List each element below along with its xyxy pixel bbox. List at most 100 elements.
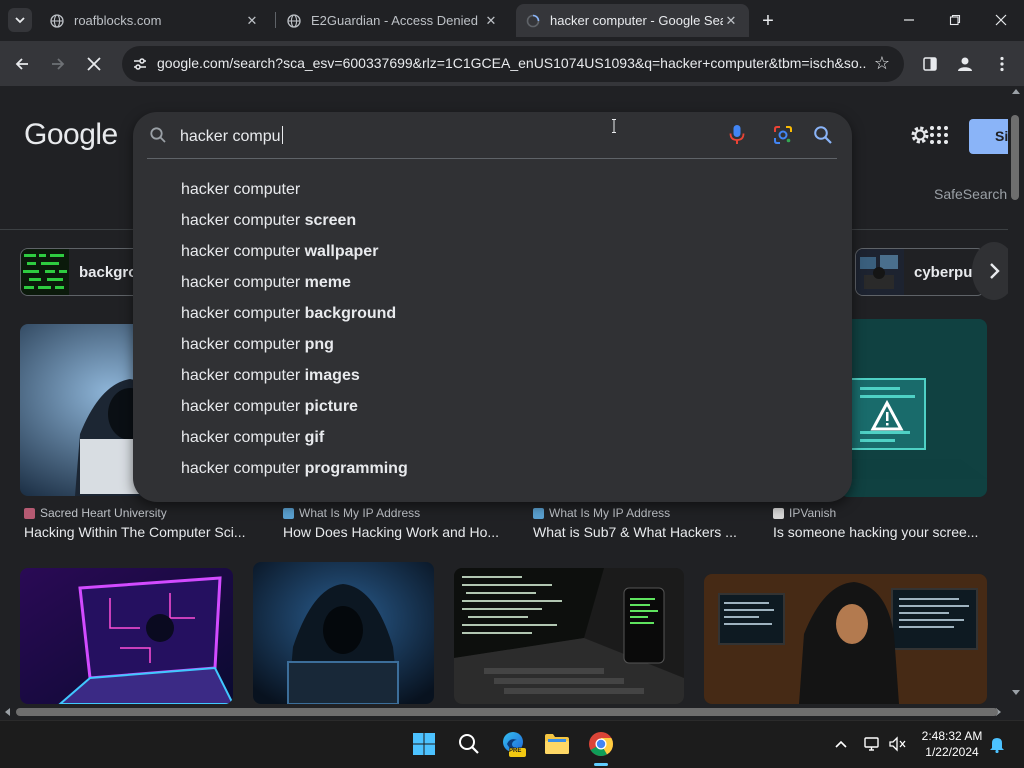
chips-next-button[interactable]	[972, 242, 1008, 300]
tab-search-button[interactable]	[8, 8, 32, 32]
suggestion-item[interactable]: hacker computer png	[181, 336, 334, 354]
gear-icon[interactable]	[909, 124, 931, 146]
result-source[interactable]: What Is My IP Address	[283, 506, 420, 520]
system-clock[interactable]: 2:48:32 AM 1/22/2024	[912, 728, 992, 760]
profile-button[interactable]	[952, 51, 978, 77]
result-image[interactable]	[840, 319, 987, 497]
taskbar-file-explorer-button[interactable]	[542, 729, 572, 759]
sign-in-button[interactable]: Si	[969, 119, 1008, 154]
suggestion-text: hacker computer	[181, 460, 305, 477]
source-name: What Is My IP Address	[299, 506, 421, 520]
result-title[interactable]: What is Sub7 & What Hackers ...	[533, 524, 737, 540]
tab-roafblocks[interactable]: roafblocks.com ✕	[40, 4, 270, 37]
close-tab-icon[interactable]: ✕	[723, 13, 739, 29]
suggestion-completion: screen	[304, 212, 357, 229]
suggestion-item[interactable]: hacker computer	[181, 181, 300, 199]
tab-title: E2Guardian - Access Denied	[311, 13, 478, 28]
tab-e2guardian[interactable]: E2Guardian - Access Denied ✕	[277, 4, 509, 37]
minimize-button[interactable]	[897, 8, 921, 32]
suggestion-text: hacker computer	[181, 181, 301, 198]
result-image[interactable]	[454, 568, 684, 704]
address-bar[interactable]: google.com/search?sca_esv=600337699&rlz=…	[122, 46, 904, 82]
google-lens-icon[interactable]	[772, 124, 794, 146]
related-chip-cyberpunk[interactable]: cyberpu	[855, 248, 985, 296]
suggestion-text: hacker computer	[181, 274, 305, 291]
close-tab-icon[interactable]: ✕	[483, 13, 499, 29]
new-tab-button[interactable]: +	[757, 10, 779, 32]
suggestion-item[interactable]: hacker computer gif	[181, 429, 324, 447]
suggestion-text: hacker computer	[181, 243, 305, 260]
result-title[interactable]: Is someone hacking your scree...	[773, 524, 978, 540]
suggestion-text: hacker computer	[181, 212, 305, 229]
suggestion-text: hacker computer	[181, 336, 305, 353]
browser-menu-button[interactable]	[989, 51, 1015, 77]
tab-google-search[interactable]: hacker computer - Google Sear ✕	[516, 4, 749, 37]
network-icon	[864, 737, 879, 751]
suggestion-item[interactable]: hacker computer images	[181, 367, 360, 385]
forward-button[interactable]	[45, 51, 71, 77]
windows-logo-icon	[413, 733, 435, 755]
suggestion-item[interactable]: hacker computer programming	[181, 460, 408, 478]
side-panel-button[interactable]	[917, 51, 943, 77]
microphone-icon[interactable]	[729, 124, 745, 146]
scroll-left-arrow-icon[interactable]	[4, 708, 10, 716]
search-input[interactable]: hacker compu	[180, 126, 283, 146]
scroll-up-arrow-icon[interactable]	[1012, 88, 1020, 94]
bookmark-star-icon[interactable]: ☆	[874, 53, 890, 74]
stop-loading-button[interactable]	[81, 51, 107, 77]
vertical-scroll-thumb[interactable]	[1011, 115, 1019, 200]
suggestion-item[interactable]: hacker computer background	[181, 305, 396, 323]
related-chip-background[interactable]: backgro	[20, 248, 145, 296]
suggestion-completion: wallpaper	[304, 243, 379, 260]
result-image[interactable]	[20, 568, 233, 704]
more-vertical-icon	[1000, 56, 1004, 72]
show-hidden-icons-button[interactable]	[826, 729, 856, 759]
search-submit-icon[interactable]	[813, 125, 833, 145]
arrow-right-icon	[52, 58, 65, 70]
source-name: Sacred Heart University	[40, 506, 167, 520]
url-text[interactable]: google.com/search?sca_esv=600337699&rlz=…	[157, 55, 867, 71]
suggestion-item[interactable]: hacker computer picture	[181, 398, 358, 416]
volume-button[interactable]	[883, 729, 913, 759]
site-favicon	[283, 507, 294, 519]
result-source[interactable]: Sacred Heart University	[24, 506, 167, 520]
search-query: hacker compu	[180, 128, 281, 145]
result-image[interactable]	[253, 562, 434, 704]
safesearch-button[interactable]: SafeSearch	[934, 186, 1007, 202]
windows-taskbar: PRE	[0, 720, 1024, 768]
globe-icon	[287, 13, 301, 28]
taskbar-search-button[interactable]	[454, 729, 484, 759]
result-source[interactable]: IPVanish	[773, 506, 836, 520]
restore-button[interactable]	[943, 8, 967, 32]
site-favicon	[533, 507, 544, 519]
result-source[interactable]: What Is My IP Address	[533, 506, 670, 520]
active-app-indicator	[594, 763, 608, 766]
source-name: What Is My IP Address	[549, 506, 671, 520]
result-image[interactable]	[704, 574, 987, 704]
horizontal-scroll-thumb[interactable]	[16, 708, 998, 716]
search-suggestions-panel: hacker compu hacker computer hacker comp…	[133, 112, 852, 502]
suggestion-item[interactable]: hacker computer meme	[181, 274, 351, 292]
result-title[interactable]: How Does Hacking Work and Ho...	[283, 524, 499, 540]
taskbar-edge-beta-button[interactable]: PRE	[499, 729, 529, 759]
result-title[interactable]: Hacking Within The Computer Sci...	[24, 524, 246, 540]
back-button[interactable]	[9, 51, 35, 77]
scroll-down-arrow-icon[interactable]	[1012, 690, 1020, 696]
google-logo[interactable]: Google	[24, 118, 118, 152]
edge-pre-badge: PRE	[509, 748, 522, 754]
apps-grid-icon[interactable]	[930, 126, 948, 144]
site-info-icon[interactable]	[130, 54, 150, 74]
site-favicon	[24, 507, 35, 519]
search-divider	[147, 158, 837, 159]
chevron-up-icon	[835, 740, 847, 748]
text-caret	[281, 126, 283, 144]
suggestion-item[interactable]: hacker computer screen	[181, 212, 356, 230]
taskbar-chrome-button[interactable]	[586, 729, 616, 759]
start-button[interactable]	[409, 729, 439, 759]
suggestion-text: hacker computer	[181, 429, 305, 446]
suggestion-item[interactable]: hacker computer wallpaper	[181, 243, 378, 261]
side-panel-icon	[923, 57, 937, 71]
close-tab-icon[interactable]: ✕	[244, 13, 260, 29]
close-window-button[interactable]	[989, 8, 1013, 32]
profile-icon	[958, 57, 972, 71]
